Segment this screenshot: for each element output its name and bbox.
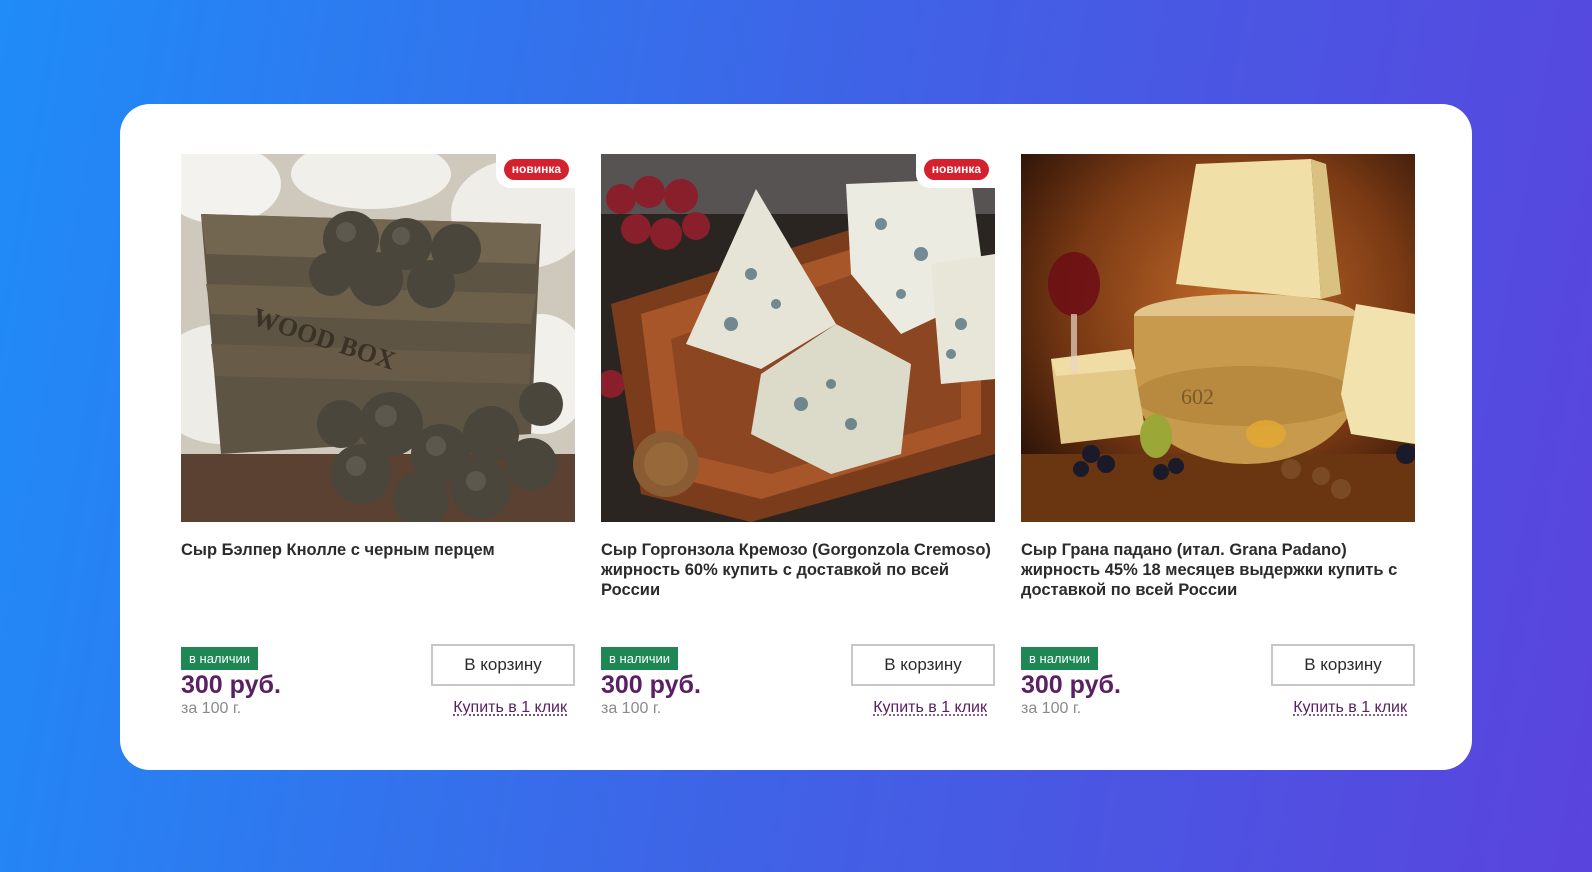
product-grid-panel: WOOD BOX новинка Сыр Бэлпер Кнолле с чер — [120, 104, 1472, 770]
new-badge: новинка — [923, 159, 989, 180]
price-unit: за 100 г. — [181, 700, 242, 717]
new-badge-wrap: новинка — [495, 154, 575, 188]
product-title[interactable]: Сыр Бэлпер Кнолле с черным перцем — [181, 540, 575, 560]
product-title[interactable]: Сыр Горгонзола Кремозо (Gorgonzola Cremo… — [601, 540, 995, 600]
product-card: WOOD BOX новинка Сыр Бэлпер Кнолле с чер — [181, 154, 575, 744]
product-card: 602 Сыр Грана падано (итал. Grana Padano… — [1021, 154, 1415, 744]
product-image-grana-padano[interactable]: 602 — [1021, 154, 1415, 522]
product-price: 300 руб. — [601, 671, 701, 699]
product-image-gorgonzola[interactable]: новинка — [601, 154, 995, 522]
product-price: 300 руб. — [1021, 671, 1121, 699]
buy-one-click-link[interactable]: Купить в 1 клик — [873, 699, 987, 717]
in-stock-badge: в наличии — [601, 647, 679, 670]
buy-one-click-link[interactable]: Купить в 1 клик — [453, 699, 567, 717]
product-price: 300 руб. — [181, 671, 281, 699]
in-stock-badge: в наличии — [1021, 647, 1099, 670]
product-title[interactable]: Сыр Грана падано (итал. Grana Padano) жи… — [1021, 540, 1415, 600]
new-badge: новинка — [503, 159, 569, 180]
svg-text:602: 602 — [1181, 384, 1214, 409]
product-card: новинка Сыр Горгонзола Кремозо (Gorgonzo… — [601, 154, 995, 744]
add-to-cart-button[interactable]: В корзину — [851, 644, 995, 686]
price-unit: за 100 г. — [1021, 700, 1082, 717]
product-image-belper-knolle[interactable]: WOOD BOX новинка — [181, 154, 575, 522]
in-stock-badge: в наличии — [181, 647, 259, 670]
price-unit: за 100 г. — [601, 700, 662, 717]
add-to-cart-button[interactable]: В корзину — [431, 644, 575, 686]
buy-one-click-link[interactable]: Купить в 1 клик — [1293, 699, 1407, 717]
new-badge-wrap: новинка — [915, 154, 995, 188]
add-to-cart-button[interactable]: В корзину — [1271, 644, 1415, 686]
